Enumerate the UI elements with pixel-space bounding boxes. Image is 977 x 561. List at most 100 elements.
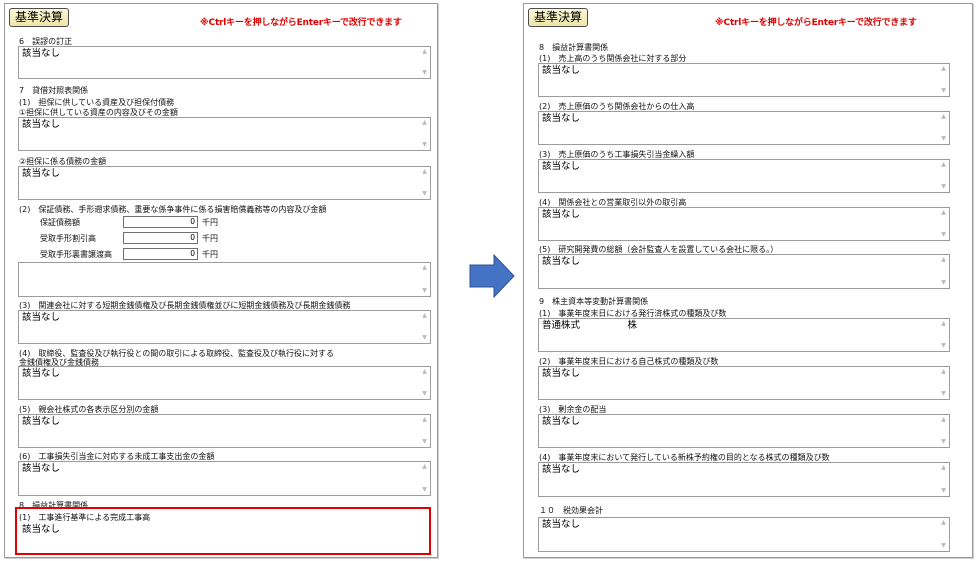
- textarea-value: 該当なし: [542, 209, 581, 220]
- scroll-up-icon[interactable]: ▲: [421, 169, 428, 175]
- textarea-value: 該当なし: [22, 416, 61, 427]
- scroll-up-icon[interactable]: ▲: [421, 265, 428, 271]
- scroll-down-icon[interactable]: ▼: [940, 136, 947, 142]
- scroll-up-icon[interactable]: ▲: [421, 313, 428, 319]
- scrollbar[interactable]: ▲ ▼: [419, 367, 430, 399]
- input-value: 0: [190, 249, 195, 258]
- textarea-s7-2[interactable]: ▲ ▼: [18, 262, 431, 297]
- textarea-s9-4[interactable]: 該当なし ▲ ▼: [538, 462, 950, 497]
- textarea-s8-5[interactable]: 該当なし ▲ ▼: [538, 254, 950, 289]
- scroll-down-icon[interactable]: ▼: [421, 391, 428, 397]
- scrollbar[interactable]: ▲ ▼: [938, 319, 949, 351]
- guarantee-amount-input[interactable]: 0: [123, 216, 198, 228]
- scroll-down-icon[interactable]: ▼: [421, 487, 428, 493]
- scrollbar[interactable]: ▲ ▼: [938, 64, 949, 96]
- scroll-up-icon[interactable]: ▲: [421, 417, 428, 423]
- textarea-s8-4[interactable]: 該当なし ▲ ▼: [538, 207, 950, 241]
- notes-discounted-input[interactable]: 0: [123, 232, 198, 244]
- scrollbar[interactable]: ▲ ▼: [419, 167, 430, 199]
- scrollbar[interactable]: ▲ ▼: [419, 118, 430, 150]
- scroll-down-icon[interactable]: ▼: [421, 191, 428, 197]
- label-s7: 7 貸借対照表関係: [19, 86, 89, 95]
- scroll-down-icon[interactable]: ▼: [940, 391, 947, 397]
- textarea-s7-1b[interactable]: 該当なし ▲ ▼: [18, 166, 431, 200]
- label-s8: 8 損益計算書関係: [19, 501, 89, 510]
- scroll-up-icon[interactable]: ▲: [940, 66, 947, 72]
- scrollbar[interactable]: ▲ ▼: [419, 311, 430, 343]
- input-value: 0: [190, 233, 195, 242]
- textarea-s6[interactable]: 該当なし ▲ ▼: [18, 46, 431, 79]
- scroll-up-icon[interactable]: ▲: [940, 114, 947, 120]
- label-notes-endorsed: 受取手形裏書譲渡高: [40, 250, 112, 259]
- textarea-s9-1[interactable]: 普通株式 株 ▲ ▼: [538, 318, 950, 352]
- textarea-s7-3[interactable]: 該当なし ▲ ▼: [18, 310, 431, 344]
- scrollbar[interactable]: ▲ ▼: [419, 47, 430, 78]
- form-panel-left: 基準決算 ※Ctrlキーを押しながらEnterキーで改行できます 6 誤謬の訂正…: [4, 3, 438, 558]
- textarea-s7-6[interactable]: 該当なし ▲ ▼: [18, 461, 431, 496]
- scroll-down-icon[interactable]: ▼: [940, 543, 947, 549]
- textarea-s9-3[interactable]: 該当なし ▲ ▼: [538, 414, 950, 448]
- scroll-down-icon[interactable]: ▼: [940, 280, 947, 286]
- scroll-up-icon[interactable]: ▲: [940, 417, 947, 423]
- scroll-up-icon[interactable]: ▲: [940, 369, 947, 375]
- textarea-value: 該当なし: [22, 312, 61, 323]
- scrollbar[interactable]: ▲ ▼: [938, 367, 949, 399]
- scrollbar[interactable]: ▲ ▼: [938, 112, 949, 144]
- scrollbar[interactable]: ▲ ▼: [938, 255, 949, 288]
- textarea-s7-5[interactable]: 該当なし ▲ ▼: [18, 414, 431, 448]
- textarea-value: 該当なし: [22, 368, 61, 379]
- textarea-value: 該当なし: [22, 168, 61, 179]
- scroll-down-icon[interactable]: ▼: [421, 142, 428, 148]
- textarea-s8-2[interactable]: 該当なし ▲ ▼: [538, 111, 950, 145]
- scroll-up-icon[interactable]: ▲: [940, 210, 947, 216]
- textarea-value: 該当なし: [22, 463, 61, 474]
- scroll-up-icon[interactable]: ▲: [421, 369, 428, 375]
- scroll-up-icon[interactable]: ▲: [940, 162, 947, 168]
- label-s10: １０ 税効果会計: [539, 506, 603, 515]
- scroll-up-icon[interactable]: ▲: [421, 464, 428, 470]
- input-value: 0: [190, 217, 195, 226]
- scroll-down-icon[interactable]: ▼: [421, 439, 428, 445]
- scrollbar[interactable]: ▲ ▼: [938, 160, 949, 192]
- textarea-value: 該当なし: [542, 161, 581, 172]
- scroll-up-icon[interactable]: ▲: [421, 120, 428, 126]
- textarea-s10[interactable]: 該当なし ▲ ▼: [538, 517, 950, 552]
- label-s7-2: (2) 保証債務、手形遡求債務、重要な係争事件に係る損害賠償義務等の内容及び金額: [19, 205, 327, 214]
- scroll-down-icon[interactable]: ▼: [421, 335, 428, 341]
- label-s7-1: (1) 担保に供している資産及び担保付債務: [19, 98, 175, 107]
- scroll-up-icon[interactable]: ▲: [940, 520, 947, 526]
- form-panel-right: 基準決算 ※Ctrlキーを押しながらEnterキーで改行できます 8 損益計算書…: [523, 3, 973, 558]
- textarea-s9-2[interactable]: 該当なし ▲ ▼: [538, 366, 950, 400]
- scrollbar[interactable]: ▲ ▼: [419, 415, 430, 447]
- label-guarantee: 保証債務額: [40, 218, 80, 227]
- textarea-s8-1[interactable]: 該当なし: [18, 522, 429, 553]
- scroll-down-icon[interactable]: ▼: [421, 288, 428, 294]
- textarea-value: 該当なし: [22, 119, 61, 130]
- notes-endorsed-input[interactable]: 0: [123, 248, 198, 260]
- scroll-down-icon[interactable]: ▼: [940, 343, 947, 349]
- unit-label: 千円: [202, 218, 218, 227]
- textarea-value: 普通株式 株: [542, 320, 638, 331]
- scroll-up-icon[interactable]: ▲: [940, 257, 947, 263]
- scroll-down-icon[interactable]: ▼: [940, 184, 947, 190]
- textarea-s7-1a[interactable]: 該当なし ▲ ▼: [18, 117, 431, 151]
- scroll-down-icon[interactable]: ▼: [421, 70, 428, 76]
- scrollbar[interactable]: ▲ ▼: [419, 462, 430, 495]
- scroll-down-icon[interactable]: ▼: [940, 488, 947, 494]
- scrollbar[interactable]: ▲ ▼: [938, 415, 949, 447]
- scrollbar[interactable]: ▲ ▼: [938, 518, 949, 551]
- scroll-down-icon[interactable]: ▼: [940, 439, 947, 445]
- textarea-s8-1[interactable]: 該当なし ▲ ▼: [538, 63, 950, 97]
- scrollbar[interactable]: ▲ ▼: [419, 263, 430, 296]
- scroll-up-icon[interactable]: ▲: [940, 321, 947, 327]
- scroll-down-icon[interactable]: ▼: [940, 232, 947, 238]
- scroll-down-icon[interactable]: ▼: [940, 88, 947, 94]
- scroll-up-icon[interactable]: ▲: [421, 49, 428, 55]
- scrollbar[interactable]: ▲ ▼: [938, 463, 949, 496]
- scroll-up-icon[interactable]: ▲: [940, 465, 947, 471]
- right-arrow-icon: [469, 253, 515, 299]
- textarea-s8-3[interactable]: 該当なし ▲ ▼: [538, 159, 950, 193]
- textarea-s7-4[interactable]: 該当なし ▲ ▼: [18, 366, 431, 400]
- textarea-value: 該当なし: [542, 368, 581, 379]
- scrollbar[interactable]: ▲ ▼: [938, 208, 949, 240]
